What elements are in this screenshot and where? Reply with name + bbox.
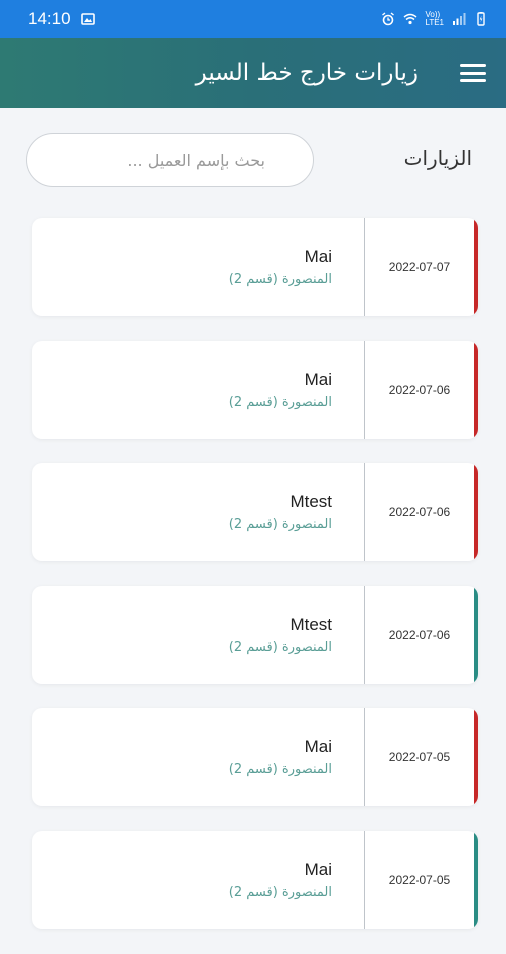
section-label: الزيارات — [403, 146, 472, 170]
customer-location: المنصورة (قسم 2) — [228, 517, 332, 533]
battery-icon — [477, 12, 485, 26]
visit-card[interactable]: 2022-07-05 Mai المنصورة (قسم 2) — [32, 830, 478, 929]
customer-name: Mtest — [290, 492, 332, 512]
image-icon — [80, 13, 95, 25]
customer-name: Mai — [304, 737, 332, 757]
menu-line — [460, 71, 486, 75]
visit-date: 2022-07-05 — [388, 750, 451, 765]
visit-date: 2022-07-06 — [388, 505, 451, 520]
status-time: 14:10 — [28, 9, 71, 28]
visit-status-strip — [474, 463, 478, 562]
visit-card[interactable]: 2022-07-06 Mai المنصورة (قسم 2) — [32, 340, 478, 439]
status-bar: 14:10 Vo)) LTE1 — [0, 0, 506, 38]
customer-location: المنصورة (قسم 2) — [228, 639, 332, 655]
customer-name: Mai — [304, 369, 332, 389]
visit-status-strip — [474, 830, 478, 929]
network-label: Vo)) LTE1 — [425, 10, 444, 27]
menu-line — [460, 79, 486, 82]
customer-name: Mtest — [290, 614, 332, 634]
wifi-icon — [403, 13, 417, 25]
visit-date: 2022-07-06 — [388, 382, 451, 397]
visit-status-strip — [474, 585, 478, 684]
app-bar: زيارات خارج خط السير — [0, 38, 506, 108]
search-input[interactable] — [26, 133, 314, 187]
visit-date: 2022-07-06 — [388, 627, 451, 642]
customer-location: المنصورة (قسم 2) — [228, 272, 332, 287]
visit-status-strip — [474, 218, 478, 316]
customer-location: المنصورة (قسم 2) — [228, 394, 332, 410]
visit-date: 2022-07-07 — [388, 260, 451, 274]
page-title: زيارات خارج خط السير — [195, 60, 418, 86]
hamburger-menu-icon[interactable] — [460, 63, 486, 83]
visit-card[interactable]: 2022-07-07 Mai المنصورة (قسم 2) — [32, 218, 478, 316]
customer-name: Mai — [304, 859, 332, 879]
menu-line — [460, 64, 486, 67]
visit-status-strip — [474, 708, 478, 807]
visits-list: 2022-07-07 Mai المنصورة (قسم 2) 2022-07-06 M… — [32, 218, 478, 954]
signal-icon — [453, 13, 466, 25]
visit-date: 2022-07-05 — [388, 872, 451, 887]
status-bar-left: 14:10 — [28, 9, 95, 29]
customer-location: المنصورة (قسم 2) — [228, 762, 332, 778]
customer-name: Mai — [304, 247, 332, 266]
alarm-icon — [382, 12, 395, 26]
visit-status-strip — [474, 340, 478, 439]
visit-card[interactable]: 2022-07-05 Mai المنصورة (قسم 2) — [32, 708, 478, 807]
status-bar-right: Vo)) LTE1 — [381, 11, 488, 27]
visit-card[interactable]: 2022-07-06 Mtest المنصورة (قسم 2) — [32, 463, 478, 562]
visit-card[interactable]: 2022-07-06 Mtest المنصورة (قسم 2) — [32, 585, 478, 684]
customer-location: المنصورة (قسم 2) — [228, 884, 332, 900]
